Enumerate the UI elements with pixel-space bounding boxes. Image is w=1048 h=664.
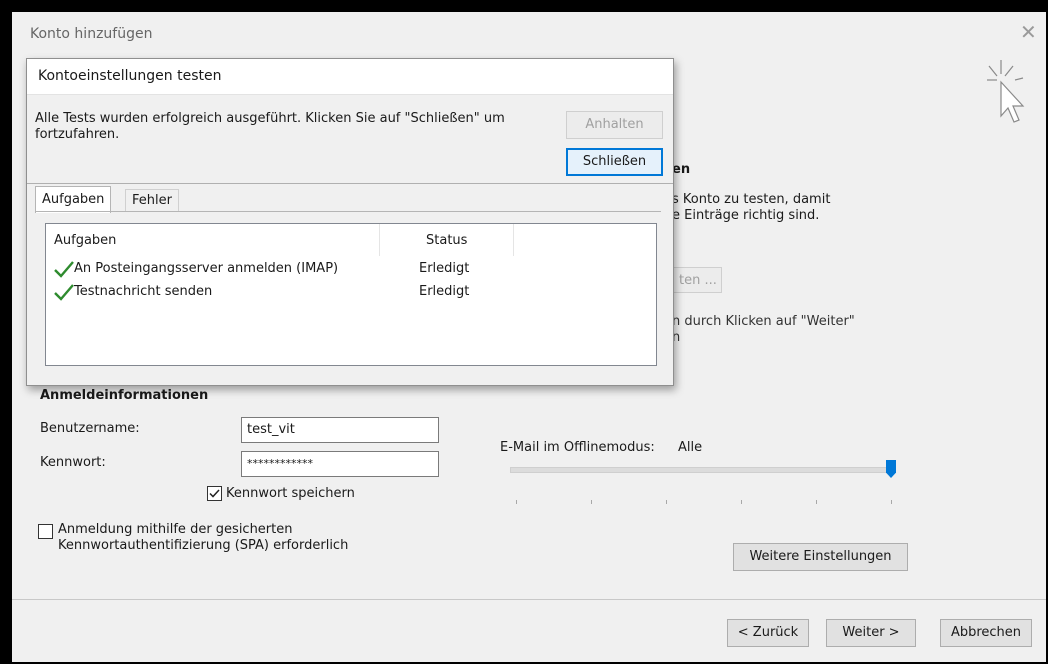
window-title: Konto hinzufügen (30, 26, 153, 42)
column-divider (513, 224, 514, 256)
task-name: An Posteingangsserver anmelden (IMAP) (74, 261, 339, 276)
slider-tick (591, 500, 592, 504)
column-divider (379, 224, 380, 256)
username-field[interactable]: test_vit (241, 417, 439, 443)
task-name: Testnachricht senden (74, 284, 213, 299)
remember-password-checkbox[interactable] (207, 486, 222, 501)
tab-fehler[interactable]: Fehler (125, 189, 179, 212)
checkmark-icon (54, 284, 74, 301)
dialog-message-line2: fortzufahren. (35, 127, 120, 142)
checkbox-check-icon (209, 489, 220, 498)
table-row[interactable]: Testnachricht senden Erledigt (46, 282, 656, 304)
cursor-click-icon (987, 60, 1025, 123)
test-account-settings-dialog: Kontoeinstellungen testen Alle Tests wur… (26, 58, 674, 386)
task-list: Aufgaben Status An Posteingangsserver an… (45, 223, 657, 366)
next-button[interactable]: Weiter > (826, 619, 916, 647)
desc-line1-partial: s Konto zu testen, damit (672, 192, 831, 207)
checkmark-icon (54, 261, 74, 278)
password-label: Kennwort: (40, 455, 106, 470)
dialog-message-line1: Alle Tests wurden erfolgreich ausgeführt… (35, 111, 505, 126)
task-status: Erledigt (419, 261, 470, 276)
column-header-status[interactable]: Status (426, 233, 467, 248)
slider-tick (891, 500, 892, 504)
slider-tick (516, 500, 517, 504)
dialog-tabs: Aufgaben Fehler (35, 186, 235, 213)
column-header-tasks[interactable]: Aufgaben (54, 233, 116, 248)
spa-checkbox[interactable] (38, 524, 53, 539)
dialog-titlebar: Kontoeinstellungen testen (27, 59, 673, 95)
footer-divider (12, 599, 1046, 600)
password-field[interactable]: ************ (241, 451, 439, 477)
dialog-divider (27, 183, 673, 184)
account-test-heading-partial: en (672, 162, 691, 177)
tab-aufgaben[interactable]: Aufgaben (35, 186, 112, 213)
tab-border (35, 211, 661, 212)
next-hint-line1-partial: n durch Klicken auf "Weiter" (672, 314, 855, 329)
more-settings-button[interactable]: Weitere Einstellungen (733, 543, 908, 571)
spa-label-line1: Anmeldung mithilfe der gesicherten (58, 522, 293, 537)
remember-password-label: Kennwort speichern (226, 486, 355, 501)
close-icon[interactable]: ✕ (1020, 20, 1037, 44)
stop-button[interactable]: Anhalten (566, 111, 663, 139)
spa-label-line2: Kennwortauthentifizierung (SPA) erforder… (58, 538, 349, 553)
login-info-heading: Anmeldeinformationen (40, 388, 209, 403)
slider-tick (741, 500, 742, 504)
offline-slider-track[interactable] (510, 467, 892, 473)
dialog-title: Kontoeinstellungen testen (38, 68, 222, 84)
cancel-button[interactable]: Abbrechen (940, 619, 1032, 647)
slider-tick (816, 500, 817, 504)
desc-line2-partial: e Einträge richtig sind. (672, 208, 820, 223)
table-row[interactable]: An Posteingangsserver anmelden (IMAP) Er… (46, 259, 656, 281)
offline-mode-value: Alle (678, 440, 703, 455)
slider-tick (666, 500, 667, 504)
back-button[interactable]: < Zurück (727, 619, 809, 647)
task-status: Erledigt (419, 284, 470, 299)
test-account-button-partial[interactable]: ten ... (672, 267, 722, 293)
close-dialog-button[interactable]: Schließen (566, 148, 663, 176)
offline-slider-thumb[interactable] (886, 460, 896, 478)
offline-mode-label: E-Mail im Offlinemodus: (500, 440, 655, 455)
username-label: Benutzername: (40, 421, 140, 436)
